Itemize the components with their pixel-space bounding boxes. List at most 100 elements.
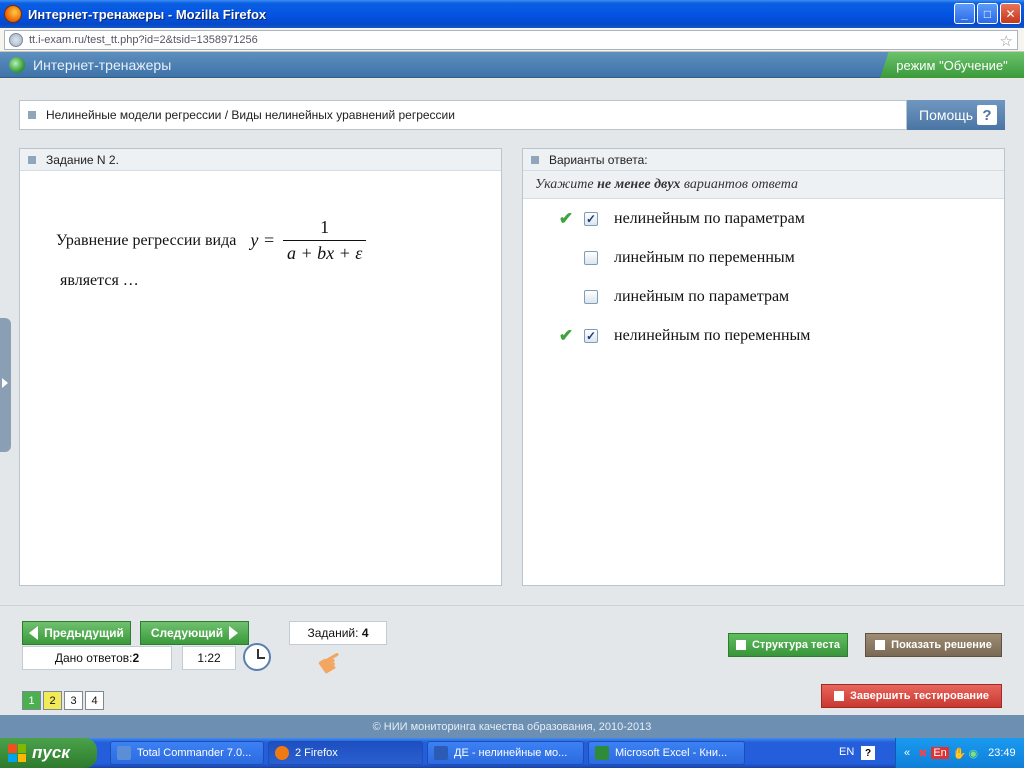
site-identity-icon[interactable] — [9, 33, 23, 47]
tray-wifi-icon[interactable]: ◉ — [969, 747, 979, 760]
language-indicator[interactable]: EN — [839, 746, 854, 758]
page-button-2[interactable]: 2 — [43, 691, 62, 710]
firefox-icon — [275, 746, 289, 760]
address-bar: tt.i-exam.ru/test_tt.php?id=2&tsid=13589… — [0, 28, 1024, 52]
excel-icon — [595, 746, 609, 760]
answer-label[interactable]: линейным по параметрам — [614, 288, 789, 306]
clock-icon — [243, 643, 271, 671]
test-structure-button[interactable]: Структура теста — [728, 633, 848, 657]
window-titlebar[interactable]: Интернет-тренажеры - Mozilla Firefox _ □… — [0, 0, 1024, 28]
answer-checkbox[interactable] — [584, 251, 598, 265]
answered-count: Дано ответов: 2 — [22, 646, 172, 670]
answer-checkbox[interactable]: ✓ — [584, 329, 598, 343]
arrow-right-icon — [2, 378, 8, 388]
answers-header-text: Варианты ответа: — [549, 152, 648, 167]
minimize-button[interactable]: _ — [954, 3, 975, 24]
window-title: Интернет-тренажеры - Mozilla Firefox — [28, 6, 267, 22]
hint-bold: не менее двух — [597, 176, 681, 192]
formula-fraction: 1 a + bx + ε — [282, 217, 367, 264]
square-bullet-icon — [28, 111, 36, 119]
tasks-label: Заданий: — [307, 626, 359, 640]
show-solution-button[interactable]: Показать решение — [865, 633, 1002, 657]
question-icon: ? — [977, 105, 997, 125]
url-field[interactable]: tt.i-exam.ru/test_tt.php?id=2&tsid=13589… — [4, 30, 1018, 50]
tray-x-icon[interactable]: ✖ — [918, 747, 927, 760]
finish-test-label: Завершить тестирование — [850, 690, 989, 702]
word-icon — [434, 746, 448, 760]
timer: 1:22 — [182, 646, 236, 670]
mode-badge: режим "Обучение" — [880, 52, 1024, 78]
start-label: пуск — [32, 743, 70, 762]
answer-label[interactable]: нелинейным по параметрам — [614, 210, 805, 228]
help-button[interactable]: Помощь ? — [907, 100, 1005, 130]
formula-lhs: y = — [250, 230, 275, 250]
running-man-icon — [834, 691, 845, 701]
tasks-value: 4 — [361, 626, 369, 640]
tray-network-icon[interactable]: ✋ — [953, 747, 967, 760]
answers-hint: Укажите не менее двух вариантов ответа — [523, 171, 1004, 199]
taskbar-item-word[interactable]: ДЕ - нелинейные мо... — [427, 741, 584, 765]
window-controls: _ □ ✕ — [954, 3, 1021, 24]
pointing-hand-icon: ☛ — [311, 642, 352, 685]
regression-formula: y = 1 a + bx + ε — [250, 217, 367, 264]
bookmark-star-icon[interactable]: ☆ — [1000, 32, 1013, 50]
breadcrumb-text: Нелинейные модели регрессии / Виды нелин… — [46, 108, 455, 122]
square-bullet-icon — [28, 155, 36, 164]
answer-checkbox[interactable]: ✓ — [584, 212, 598, 226]
url-text: tt.i-exam.ru/test_tt.php?id=2&tsid=13589… — [29, 34, 258, 46]
hint-suffix: вариантов ответа — [683, 176, 798, 192]
start-button[interactable]: пуск — [0, 738, 97, 768]
task-panel: Задание N 2. Уравнение регрессии вида y … — [19, 148, 502, 586]
close-button[interactable]: ✕ — [1000, 3, 1021, 24]
hint-prefix: Укажите — [535, 176, 594, 192]
app-header: Интернет-тренажеры режим "Обучение" — [0, 52, 1024, 78]
question-text-after: является … — [60, 272, 139, 289]
next-label: Следующий — [150, 626, 224, 640]
tray-arrow-icon[interactable]: « — [904, 747, 910, 759]
next-button[interactable]: Следующий — [140, 621, 249, 645]
task-number: Задание N 2. — [46, 152, 119, 167]
total-commander-icon — [117, 746, 131, 760]
windows-logo-icon — [8, 744, 26, 762]
square-bullet-icon — [531, 155, 539, 164]
side-panel-toggle[interactable] — [0, 318, 11, 452]
arrow-left-icon — [29, 626, 39, 640]
answered-value: 2 — [132, 651, 140, 665]
answer-label[interactable]: нелинейным по переменным — [614, 327, 810, 345]
taskbar-item-label: ДЕ - нелинейные мо... — [454, 747, 568, 759]
answer-label[interactable]: линейным по переменным — [614, 249, 795, 267]
previous-button[interactable]: Предыдущий — [22, 621, 131, 645]
maximize-button[interactable]: □ — [977, 3, 998, 24]
test-controls: Предыдущий Следующий Дано ответов: 2 1:22… — [0, 605, 1024, 715]
page-button-4[interactable]: 4 — [85, 691, 104, 710]
taskbar-item-total-commander[interactable]: Total Commander 7.0... — [110, 741, 264, 765]
finish-test-button[interactable]: Завершить тестирование — [821, 684, 1002, 708]
main-content: Нелинейные модели регрессии / Виды нелин… — [0, 79, 1024, 605]
show-solution-label: Показать решение — [891, 639, 992, 651]
formula-numerator: 1 — [320, 217, 330, 237]
system-tray: « ✖ En ✋ ◉ 23:49 — [895, 738, 1024, 768]
help-tray-icon[interactable]: ? — [861, 746, 875, 760]
answers-header: Варианты ответа: — [523, 149, 1004, 171]
taskbar-item-firefox[interactable]: 2 Firefox — [268, 741, 423, 765]
tray-clock[interactable]: 23:49 — [988, 747, 1016, 759]
tray-lang-indicator[interactable]: En — [931, 747, 949, 759]
taskbar-item-label: Total Commander 7.0... — [137, 747, 252, 759]
formula-denominator: a + bx + ε — [282, 240, 367, 264]
page-button-3[interactable]: 3 — [64, 691, 83, 710]
previous-label: Предыдущий — [44, 626, 124, 640]
task-header: Задание N 2. — [20, 149, 501, 171]
taskbar-item-excel[interactable]: Microsoft Excel - Кни... — [588, 741, 745, 765]
test-structure-label: Структура теста — [751, 639, 841, 651]
list-icon — [735, 640, 746, 650]
tasks-count: Заданий: 4 — [289, 621, 387, 645]
answer-checkbox[interactable] — [584, 290, 598, 304]
page-button-1[interactable]: 1 — [22, 691, 41, 710]
help-label: Помощь — [919, 107, 974, 123]
taskbar-item-label: 2 Firefox — [295, 747, 338, 759]
copyright-bar: © НИИ мониторинга качества образования, … — [0, 715, 1024, 738]
answers-panel: Варианты ответа: Укажите не менее двух в… — [522, 148, 1005, 586]
arrow-right-icon — [229, 626, 239, 640]
correct-check-icon: ✔ — [558, 326, 574, 345]
taskbar-item-label: Microsoft Excel - Кни... — [615, 747, 728, 759]
